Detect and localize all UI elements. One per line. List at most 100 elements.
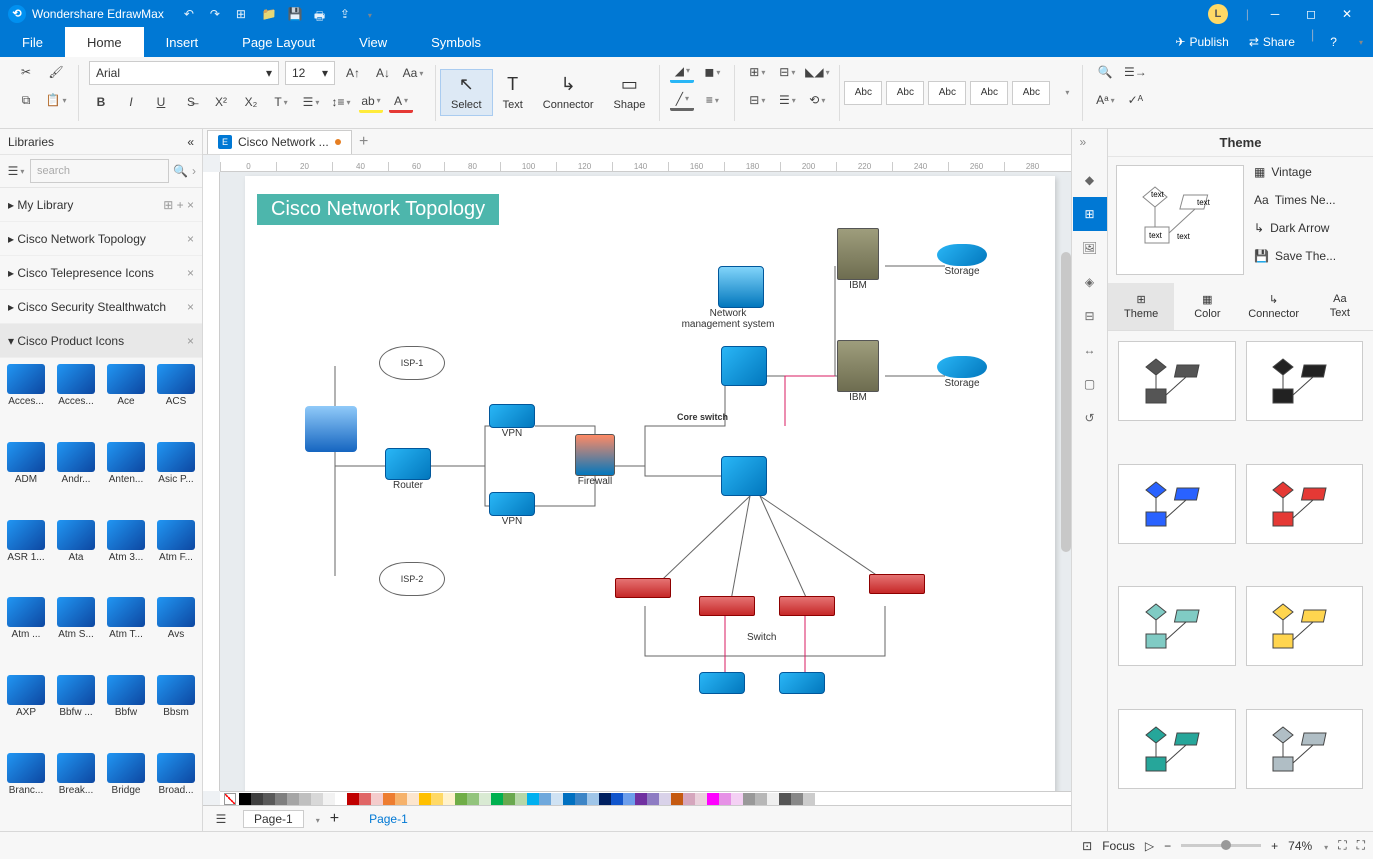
fill-panel-icon[interactable]: ◆ xyxy=(1073,163,1107,197)
node-core1[interactable] xyxy=(721,346,767,386)
color-swatch[interactable] xyxy=(695,793,707,805)
node-access1[interactable] xyxy=(699,672,745,694)
theme-style[interactable]: ▦Vintage xyxy=(1254,165,1365,179)
node-switch1[interactable] xyxy=(615,578,671,598)
group-icon[interactable]: ⊞ xyxy=(745,61,769,83)
color-swatch[interactable] xyxy=(263,793,275,805)
ungroup-icon[interactable]: ⊟ xyxy=(745,89,769,111)
zoom-in-button[interactable]: + xyxy=(1271,839,1278,853)
canvas-scrollbar[interactable] xyxy=(1061,252,1071,552)
color-swatch[interactable] xyxy=(803,793,815,805)
color-swatch[interactable] xyxy=(347,793,359,805)
font-color-icon[interactable]: A xyxy=(389,91,413,113)
node-nms[interactable]: Network management system xyxy=(705,266,776,330)
color-swatch[interactable] xyxy=(587,793,599,805)
theme-chip-3[interactable]: Abc xyxy=(928,81,966,105)
minimize-button[interactable]: ─ xyxy=(1257,0,1293,27)
theme-swatch[interactable] xyxy=(1118,586,1236,666)
node-ibm1[interactable]: IBM xyxy=(837,228,879,291)
node-storage1[interactable]: Storage xyxy=(937,244,987,277)
color-swatch[interactable] xyxy=(635,793,647,805)
color-swatch[interactable] xyxy=(767,793,779,805)
history-panel-icon[interactable]: ↺ xyxy=(1073,401,1107,435)
node-ibm2[interactable]: IBM xyxy=(837,340,879,403)
color-swatch[interactable] xyxy=(275,793,287,805)
shape-Andr[interactable]: Andr... xyxy=(52,440,100,516)
zoom-value[interactable]: 74% xyxy=(1288,839,1312,853)
add-page-button[interactable]: + xyxy=(330,810,339,828)
lib-cisco-stealthwatch[interactable]: ▸ Cisco Security Stealthwatch× xyxy=(0,290,202,324)
superscript-icon[interactable]: X² xyxy=(209,91,233,113)
theme-chip-5[interactable]: Abc xyxy=(1012,81,1050,105)
color-swatch[interactable] xyxy=(311,793,323,805)
play-icon[interactable]: ▷ xyxy=(1145,839,1154,853)
add-tab-button[interactable]: + xyxy=(352,133,376,151)
shape-Bridge[interactable]: Bridge xyxy=(102,751,150,827)
new-icon[interactable]: ⊞ xyxy=(236,7,250,21)
node-vpn2[interactable]: VPN xyxy=(489,492,535,527)
shape-tool[interactable]: ▭Shape xyxy=(604,70,656,115)
bold-icon[interactable]: B xyxy=(89,91,113,113)
color-swatch[interactable] xyxy=(791,793,803,805)
canvas[interactable]: Cisco Network Topology xyxy=(220,172,1071,791)
color-swatch[interactable] xyxy=(599,793,611,805)
flip-icon[interactable]: ◣◢ xyxy=(805,61,829,83)
expand-right-icon[interactable]: » xyxy=(1080,135,1100,155)
color-swatch[interactable] xyxy=(491,793,503,805)
theme-swatch[interactable] xyxy=(1246,709,1364,789)
tab-symbols[interactable]: Symbols xyxy=(409,27,503,57)
color-swatch[interactable] xyxy=(575,793,587,805)
shape-AtmT[interactable]: Atm T... xyxy=(102,595,150,671)
theme-save[interactable]: 💾Save The... xyxy=(1254,249,1365,263)
color-swatch[interactable] xyxy=(659,793,671,805)
page-options[interactable] xyxy=(314,812,320,826)
color-swatch[interactable] xyxy=(383,793,395,805)
cut-icon[interactable]: ✂ xyxy=(14,61,38,83)
node-switch2[interactable] xyxy=(699,596,755,616)
shape-Ata[interactable]: Ata xyxy=(52,518,100,594)
node-switch4[interactable] xyxy=(869,574,925,594)
close-button[interactable]: ✕ xyxy=(1329,0,1365,27)
fullscreen-icon[interactable]: ⛶ xyxy=(1357,838,1365,853)
theme-swatch[interactable] xyxy=(1118,464,1236,544)
tab-file[interactable]: File xyxy=(0,27,65,57)
shape-Atm3[interactable]: Atm 3... xyxy=(102,518,150,594)
color-swatch[interactable] xyxy=(479,793,491,805)
color-swatch[interactable] xyxy=(731,793,743,805)
highlight-icon[interactable]: ab xyxy=(359,91,383,113)
color-swatch[interactable] xyxy=(443,793,455,805)
node-access2[interactable] xyxy=(779,672,825,694)
lib-my-library[interactable]: ▸ My Library⊞ + × xyxy=(0,188,202,222)
color-swatch[interactable] xyxy=(755,793,767,805)
tab-view[interactable]: View xyxy=(337,27,409,57)
shape-Bbfw[interactable]: Bbfw xyxy=(102,673,150,749)
maximize-button[interactable]: ◻ xyxy=(1293,0,1329,27)
color-swatch[interactable] xyxy=(779,793,791,805)
node-switch3[interactable] xyxy=(779,596,835,616)
focus-icon[interactable]: ⊡ xyxy=(1082,839,1092,853)
image-panel-icon[interactable]: 🖼 xyxy=(1073,231,1107,265)
shape-Break[interactable]: Break... xyxy=(52,751,100,827)
page[interactable]: Cisco Network Topology xyxy=(245,176,1055,791)
export-icon[interactable]: ⇪ xyxy=(340,7,354,21)
table-panel-icon[interactable]: ⊟ xyxy=(1073,299,1107,333)
color-swatch[interactable] xyxy=(287,793,299,805)
color-swatch[interactable] xyxy=(539,793,551,805)
color-swatch[interactable] xyxy=(683,793,695,805)
paste-icon[interactable]: 📋 xyxy=(44,89,68,111)
shape-Ace[interactable]: Ace xyxy=(102,362,150,438)
line-spacing-icon[interactable]: ↕≡ xyxy=(329,91,353,113)
case-icon[interactable]: Aa xyxy=(401,62,425,84)
color-swatch[interactable] xyxy=(335,793,347,805)
font-size-select[interactable]: 12▾ xyxy=(285,61,335,85)
publish-button[interactable]: ✈ Publish xyxy=(1165,27,1238,57)
select-tool[interactable]: ↖Select xyxy=(440,69,493,116)
theme-connector[interactable]: ↳Dark Arrow xyxy=(1254,221,1365,235)
underline-icon[interactable]: U xyxy=(149,91,173,113)
arrange-panel-icon[interactable]: ↔ xyxy=(1073,333,1107,367)
lib-cisco-topology[interactable]: ▸ Cisco Network Topology× xyxy=(0,222,202,256)
color-swatch[interactable] xyxy=(647,793,659,805)
text-tool[interactable]: TText xyxy=(493,70,533,115)
shape-AtmS[interactable]: Atm S... xyxy=(52,595,100,671)
slide-panel-icon[interactable]: ▢ xyxy=(1073,367,1107,401)
